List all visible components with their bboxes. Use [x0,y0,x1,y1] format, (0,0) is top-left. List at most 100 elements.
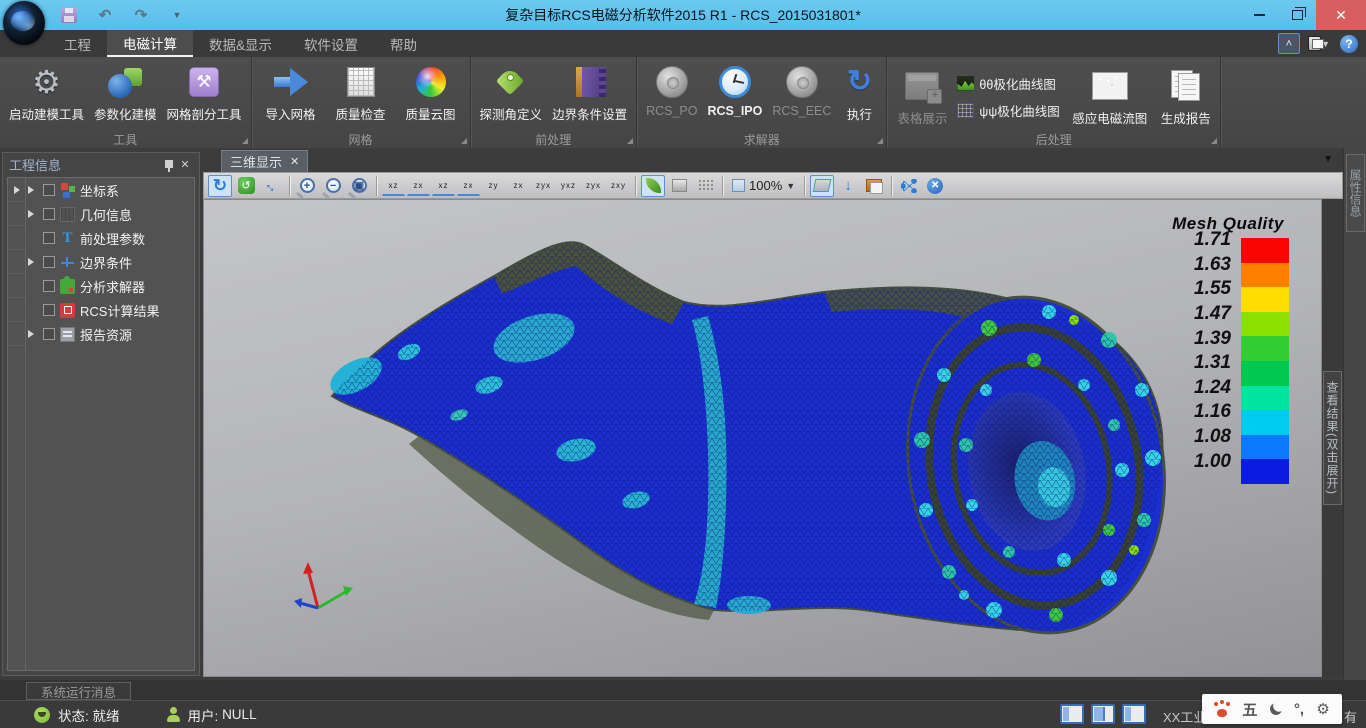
smooth-shading-button[interactable] [641,175,665,197]
help-button[interactable]: ? [1338,33,1360,54]
3d-viewport[interactable]: Mesh Quality 1.71 1.63 1.55 1.47 1.39 1.… [203,199,1322,677]
minimize-button[interactable] [1240,0,1278,30]
moon-icon[interactable] [1268,701,1283,716]
layout-left-panel-button[interactable] [1060,704,1084,724]
tab-em-computation[interactable]: 电磁计算 [107,30,193,57]
view-left-button[interactable]: xz [432,175,455,196]
orbit-button[interactable]: ↺ [234,175,258,197]
view-top-button[interactable]: zy [482,175,505,196]
ime-logo-paw-icon[interactable] [1214,701,1230,717]
expander-icon[interactable] [28,330,34,338]
parametric-modeling-button[interactable]: 参数化建模 [89,62,162,124]
tab-help[interactable]: 帮助 [374,30,433,57]
table-display-button[interactable]: 表格展示 [891,66,953,128]
messages-tab-row: 系统运行消息 [0,680,1366,700]
tab-software-settings[interactable]: 软件设置 [288,30,374,57]
wireframe-button[interactable] [693,175,717,197]
checkbox[interactable] [43,280,55,292]
layout-split-button[interactable] [1091,704,1115,724]
tree-item-boundary-conditions[interactable]: 边界条件 [26,250,194,274]
tab-list-dropdown[interactable]: ▼ [1323,154,1333,165]
tab-3d-display[interactable]: 三维显示 ✕ [221,150,308,172]
ime-punctuation-button[interactable]: °, [1294,701,1304,718]
restore-button[interactable] [1278,0,1316,30]
button-label: RCS_IPO [707,104,762,118]
quality-cloudmap-button[interactable]: 质量云图 [396,62,466,124]
ribbon-group-solver: RCS_PO RCS_IPO RCS_EEC ↻ 执行 求解器 [637,57,887,148]
import-mesh-button[interactable]: 导入网格 [256,62,326,124]
zoom-fit-button[interactable]: ▣ [347,175,371,197]
run-icon: ↻ [847,65,872,99]
start-modeling-tool-button[interactable]: ⚙ 启动建模工具 [4,62,89,124]
system-messages-tab[interactable]: 系统运行消息 [26,682,131,700]
expander-icon[interactable] [28,258,34,266]
view-iso3-button[interactable]: zyx [582,175,605,196]
tree-item-report-resources[interactable]: 报告资源 [26,322,194,346]
checkbox[interactable] [43,328,55,340]
view-iso1-button[interactable]: zyx [532,175,555,196]
gutter-expander[interactable] [8,178,25,202]
rcs-po-button[interactable]: RCS_PO [641,62,702,119]
expander-icon[interactable] [28,210,34,218]
app-logo-icon[interactable] [3,1,45,45]
mesh-partition-tool-button[interactable]: ⚒ 网格剖分工具 [162,62,247,124]
tab-project[interactable]: 工程 [48,30,107,57]
quality-check-button[interactable]: 质量检查 [326,62,396,124]
panel-close-button[interactable]: ✕ [177,156,193,172]
tree-item-coordinate-system[interactable]: 坐标系 [26,178,194,202]
checkbox[interactable] [43,304,55,316]
display-device-button[interactable]: ▼ [1308,33,1330,54]
view-iso4-button[interactable]: zxy [607,175,630,196]
execute-button[interactable]: ↻ 执行 [836,62,882,124]
collapse-ribbon-button[interactable]: ˄ [1278,33,1300,54]
properties-info-tab[interactable]: 属性信息 [1346,154,1365,232]
boundary-condition-settings-button[interactable]: 边界条件设置 [547,62,632,124]
zoom-in-button[interactable]: + [295,175,319,197]
expander-icon[interactable] [28,186,34,194]
induced-current-map-button[interactable]: 感应电磁流图 [1064,66,1156,128]
checkbox[interactable] [43,208,55,220]
status-value: 就绪 [93,705,120,725]
generate-report-button[interactable]: 生成报告 [1156,66,1216,128]
checkbox[interactable] [43,256,55,268]
probe-angle-define-button[interactable]: 探测角定义 [475,62,548,124]
theta-polarization-curve-button[interactable]: θθ极化曲线图 [953,70,1063,97]
close-button[interactable]: ✕ [1316,0,1366,30]
ime-settings-gear-icon[interactable]: ⚙ [1316,700,1329,718]
tab-data-display[interactable]: 数据&显示 [193,30,288,57]
layout-bottom-panel-button[interactable] [1122,704,1146,724]
checkbox[interactable] [43,184,55,196]
view-front-button[interactable]: xz [382,175,405,196]
pan-button[interactable]: ↔ [260,175,284,197]
rcs-eec-button[interactable]: RCS_EEC [767,62,836,119]
share-link-button[interactable] [897,175,921,197]
view-results-tab[interactable]: 查看结果(双击展开) [1323,371,1342,505]
rotate-view-button[interactable]: ↻ [208,175,232,197]
copyright-text-right: 有 [1344,707,1357,726]
surface-select-button[interactable] [810,175,834,197]
view-right-button[interactable]: zx [457,175,480,196]
tree-item-geometry-info[interactable]: 几何信息 [26,202,194,226]
ime-mode-button[interactable]: 五 [1242,699,1257,720]
view-iso2-button[interactable]: yxz [557,175,580,196]
layers-button[interactable] [862,175,886,197]
user-label: 用户: [188,705,219,725]
tree-item-preprocess-params[interactable]: T 前处理参数 [26,226,194,250]
rcs-ipo-button[interactable]: RCS_IPO [702,62,767,119]
tree-item-analysis-solver[interactable]: 分析求解器 [26,274,194,298]
checkbox[interactable] [43,232,55,244]
psi-polarization-curve-button[interactable]: ψψ极化曲线图 [953,97,1063,124]
zoom-level-select[interactable]: 100% ▼ [728,178,799,193]
view-back-button[interactable]: zx [407,175,430,196]
flat-shading-button[interactable] [667,175,691,197]
zoom-out-button[interactable]: − [321,175,345,197]
tab-close-icon[interactable]: ✕ [290,155,299,168]
ribbon-group-label: 后处理 [887,131,1219,148]
tree-item-rcs-results[interactable]: RCS计算结果 [26,298,194,322]
view-bottom-button[interactable]: zx [507,175,530,196]
project-down-button[interactable]: ↓ [836,175,860,197]
book-icon [576,67,604,97]
button-label: θθ极化曲线图 [979,74,1055,93]
cancel-operation-button[interactable]: ✕ [923,175,947,197]
pin-button[interactable] [161,156,177,172]
